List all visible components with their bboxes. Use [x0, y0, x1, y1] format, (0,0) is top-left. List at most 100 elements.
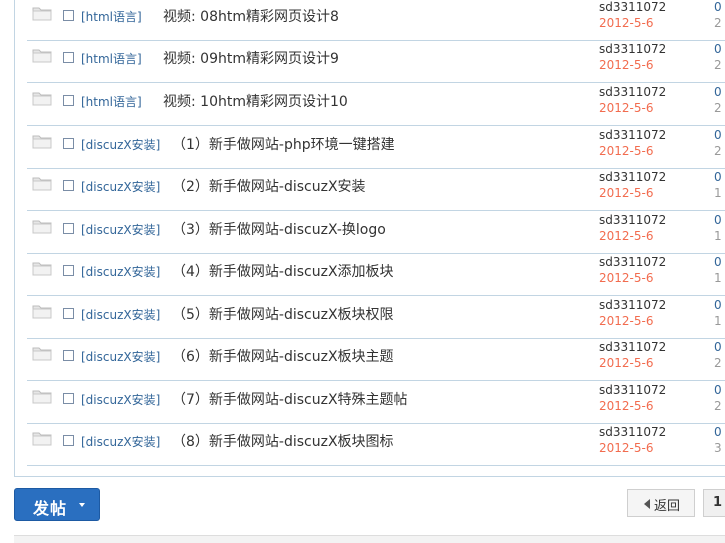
thread-row[interactable]: [html语言] 视频: 09htm精彩网页设计9 sd3311072 2012-5-…: [27, 40, 725, 83]
thread-checkbox[interactable]: [63, 180, 74, 191]
thread-reply-count[interactable]: 0: [714, 170, 722, 184]
thread-title-link[interactable]: （4）新手做网站-discuzX添加板块: [172, 261, 394, 281]
thread-author-link[interactable]: sd3311072: [599, 425, 666, 439]
thread-category-link[interactable]: [html语言]: [81, 93, 142, 110]
thread-title-link[interactable]: （8）新手做网站-discuzX板块图标: [172, 431, 394, 451]
thread-row[interactable]: [discuzX安装] （7）新手做网站-discuzX特殊主题帖 sd331107…: [27, 381, 725, 424]
thread-date: 2012-5-6: [599, 229, 654, 243]
thread-view-count: 2: [714, 144, 722, 158]
thread-row[interactable]: [discuzX安装] （8）新手做网站-discuzX板块图标 sd3311072…: [27, 423, 725, 466]
thread-checkbox[interactable]: [63, 52, 74, 63]
thread-reply-count[interactable]: 0: [714, 340, 722, 354]
folder-icon[interactable]: [32, 218, 52, 234]
thread-checkbox[interactable]: [63, 10, 74, 21]
thread-checkbox[interactable]: [63, 95, 74, 106]
thread-reply-count[interactable]: 0: [714, 0, 722, 14]
thread-date: 2012-5-6: [599, 399, 654, 413]
thread-author-link[interactable]: sd3311072: [599, 42, 666, 56]
thread-title-link[interactable]: 视频: 10htm精彩网页设计10: [163, 91, 348, 111]
thread-row[interactable]: [html语言] 视频: 08htm精彩网页设计8 sd3311072 2012-5-…: [27, 0, 725, 41]
thread-view-count: 1: [714, 314, 722, 328]
thread-view-count: 1: [714, 271, 722, 285]
thread-row[interactable]: [html语言] 视频: 10htm精彩网页设计10 sd3311072 2012-5…: [27, 83, 725, 126]
thread-author-link[interactable]: sd3311072: [599, 383, 666, 397]
thread-view-count: 2: [714, 16, 722, 30]
thread-checkbox[interactable]: [63, 138, 74, 149]
thread-reply-count[interactable]: 0: [714, 85, 722, 99]
thread-author-link[interactable]: sd3311072: [599, 255, 666, 269]
thread-date: 2012-5-6: [599, 186, 654, 200]
thread-category-link[interactable]: [discuzX安装]: [81, 306, 160, 323]
thread-row[interactable]: [discuzX安装] （2）新手做网站-discuzX安装 sd3311072 20…: [27, 168, 725, 211]
thread-title-link[interactable]: （6）新手做网站-discuzX板块主题: [172, 346, 394, 366]
folder-icon[interactable]: [32, 47, 52, 63]
thread-category-link[interactable]: [discuzX安装]: [81, 263, 160, 280]
thread-date: 2012-5-6: [599, 101, 654, 115]
thread-category-link[interactable]: [html语言]: [81, 50, 142, 67]
folder-icon[interactable]: [32, 133, 52, 149]
thread-title-link[interactable]: （2）新手做网站-discuzX安装: [172, 176, 366, 196]
thread-author-link[interactable]: sd3311072: [599, 0, 666, 14]
thread-category-link[interactable]: [discuzX安装]: [81, 348, 160, 365]
thread-reply-count[interactable]: 0: [714, 425, 722, 439]
thread-checkbox[interactable]: [63, 435, 74, 446]
thread-title-link[interactable]: （1）新手做网站-php环境一键搭建: [172, 134, 395, 154]
thread-view-count: 2: [714, 399, 722, 413]
thread-reply-count[interactable]: 0: [714, 128, 722, 142]
thread-category-link[interactable]: [discuzX安装]: [81, 391, 160, 408]
thread-date: 2012-5-6: [599, 271, 654, 285]
thread-title-link[interactable]: （5）新手做网站-discuzX板块权限: [172, 304, 394, 324]
chevron-down-icon[interactable]: [79, 503, 85, 507]
folder-icon[interactable]: [32, 345, 52, 361]
thread-checkbox[interactable]: [63, 265, 74, 276]
thread-title-link[interactable]: 视频: 09htm精彩网页设计9: [163, 48, 339, 68]
thread-checkbox[interactable]: [63, 308, 74, 319]
thread-title-link[interactable]: （7）新手做网站-discuzX特殊主题帖: [172, 389, 408, 409]
thread-reply-count[interactable]: 0: [714, 213, 722, 227]
folder-icon[interactable]: [32, 260, 52, 276]
thread-author-link[interactable]: sd3311072: [599, 128, 666, 142]
folder-icon[interactable]: [32, 430, 52, 446]
thread-category-link[interactable]: [discuzX安装]: [81, 433, 160, 450]
thread-author-link[interactable]: sd3311072: [599, 213, 666, 227]
thread-category-link[interactable]: [discuzX安装]: [81, 178, 160, 195]
thread-view-count: 2: [714, 101, 722, 115]
back-label: 返回: [654, 499, 681, 514]
thread-view-count: 3: [714, 441, 722, 455]
thread-category-link[interactable]: [discuzX安装]: [81, 221, 160, 238]
thread-reply-count[interactable]: 0: [714, 383, 722, 397]
thread-checkbox[interactable]: [63, 223, 74, 234]
arrow-left-icon: [644, 499, 650, 509]
thread-author-link[interactable]: sd3311072: [599, 340, 666, 354]
folder-icon[interactable]: [32, 388, 52, 404]
thread-category-link[interactable]: [discuzX安装]: [81, 136, 160, 153]
folder-icon[interactable]: [32, 90, 52, 106]
thread-row[interactable]: [discuzX安装] （4）新手做网站-discuzX添加板块 sd3311072…: [27, 253, 725, 296]
thread-row[interactable]: [discuzX安装] （1）新手做网站-php环境一键搭建 sd3311072 2 0…: [27, 126, 725, 169]
folder-icon[interactable]: [32, 175, 52, 191]
page-number-current[interactable]: 1: [703, 489, 725, 517]
thread-view-count: 2: [714, 58, 722, 72]
folder-icon[interactable]: [32, 5, 52, 21]
thread-author-link[interactable]: sd3311072: [599, 170, 666, 184]
thread-checkbox[interactable]: [63, 393, 74, 404]
thread-reply-count[interactable]: 0: [714, 255, 722, 269]
thread-reply-count[interactable]: 0: [714, 42, 722, 56]
back-button[interactable]: 返回: [627, 489, 695, 517]
new-post-button[interactable]: 发帖: [14, 488, 100, 521]
thread-view-count: 2: [714, 356, 722, 370]
thread-title-link[interactable]: （3）新手做网站-discuzX-换logo: [172, 219, 386, 239]
thread-row[interactable]: [discuzX安装] （6）新手做网站-discuzX板块主题 sd3311072…: [27, 338, 725, 381]
thread-row[interactable]: [discuzX安装] （5）新手做网站-discuzX板块权限 sd3311072…: [27, 296, 725, 339]
thread-list-panel: [html语言] 视频: 08htm精彩网页设计8 sd3311072 2012-5-…: [14, 0, 725, 477]
folder-icon[interactable]: [32, 303, 52, 319]
thread-author-link[interactable]: sd3311072: [599, 85, 666, 99]
thread-title-link[interactable]: 视频: 08htm精彩网页设计8: [163, 6, 339, 26]
thread-reply-count[interactable]: 0: [714, 298, 722, 312]
thread-checkbox[interactable]: [63, 350, 74, 361]
thread-row[interactable]: [discuzX安装] （3）新手做网站-discuzX-换logo sd33110…: [27, 211, 725, 254]
thread-date: 2012-5-6: [599, 356, 654, 370]
thread-category-link[interactable]: [html语言]: [81, 8, 142, 25]
thread-author-link[interactable]: sd3311072: [599, 298, 666, 312]
new-post-label: 发帖: [33, 499, 68, 518]
